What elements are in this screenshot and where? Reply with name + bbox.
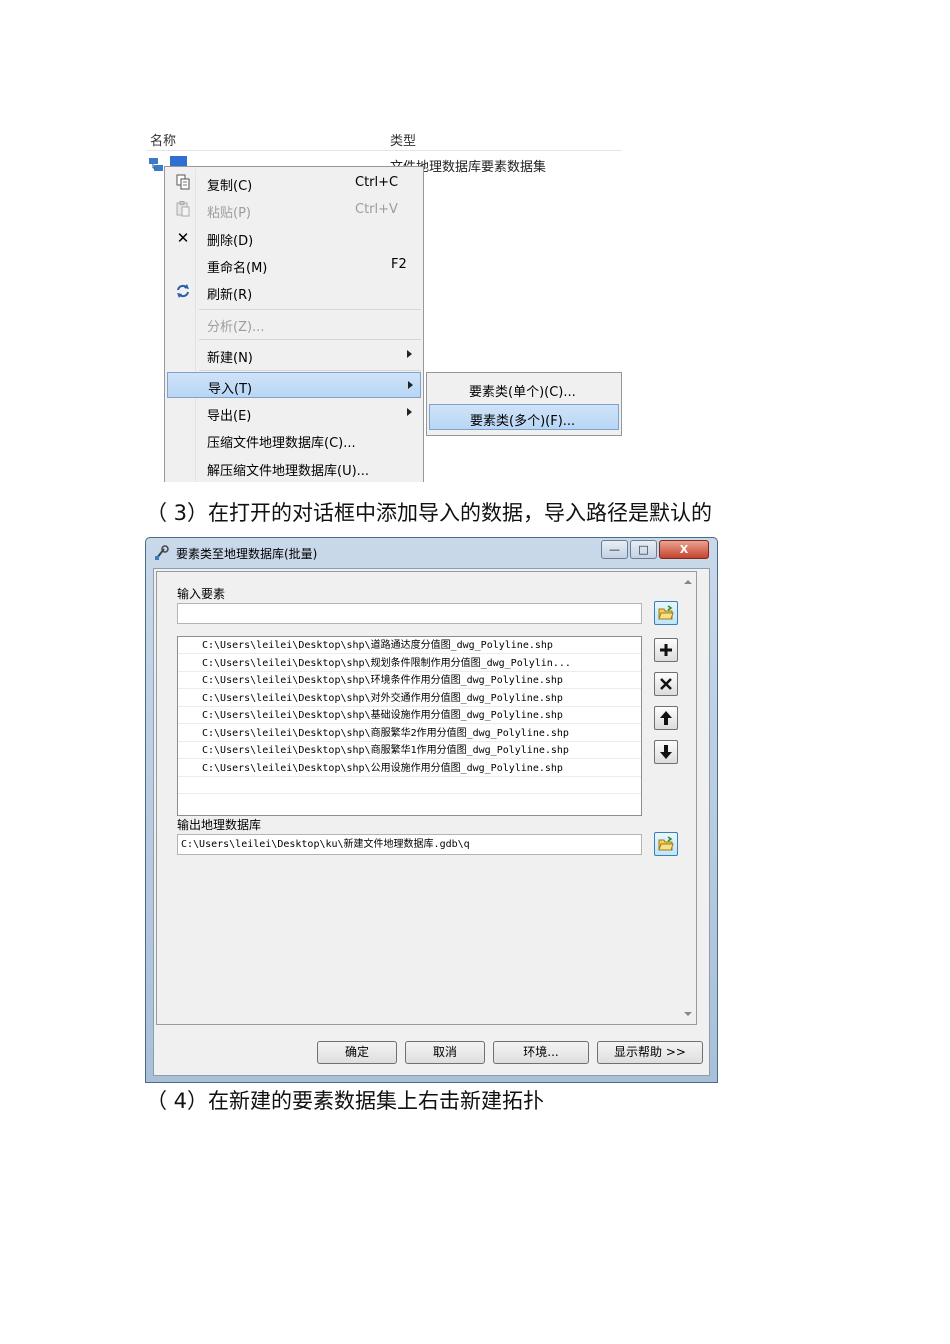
toolbox-tool-icon — [155, 545, 169, 560]
browse-output-button[interactable] — [654, 832, 678, 856]
list-item[interactable]: C:\Users\leilei\Desktop\shp\道路通达度分值图_dwg… — [178, 637, 641, 654]
menu-item-label: 要素类(单个)(C)... — [469, 385, 576, 400]
browse-input-button[interactable] — [654, 601, 678, 625]
column-header-name[interactable]: 名称 — [150, 130, 176, 149]
input-features-label: 输入要素 — [177, 587, 226, 601]
menu-item-label: 刷新(R) — [207, 288, 253, 303]
scroll-up-icon[interactable] — [684, 580, 692, 584]
menu-item-shortcut: Ctrl+C — [355, 175, 399, 190]
plus-icon — [660, 644, 672, 656]
move-up-button[interactable] — [654, 706, 678, 730]
menu-item-refresh[interactable]: 刷新(R) — [167, 279, 421, 305]
menu-item-label: 粘贴(P) — [207, 206, 251, 221]
remove-item-button[interactable] — [654, 672, 678, 696]
parameters-panel: 输入要素 C:\Users\leilei\Desktop\shp\道路通达度分值… — [156, 571, 697, 1025]
menu-item-label: 重命名(M) — [207, 261, 268, 276]
list-item[interactable]: C:\Users\leilei\Desktop\shp\商服繁华1作用分值图_d… — [178, 742, 641, 759]
arrow-down-icon — [660, 745, 672, 759]
move-down-button[interactable] — [654, 740, 678, 764]
dialog-title: 要素类至地理数据库(批量) — [176, 547, 318, 561]
menu-item-uncompress-gdb[interactable]: 解压缩文件地理数据库(U)... — [167, 455, 421, 481]
output-gdb-field[interactable]: C:\Users\leilei\Desktop\ku\新建文件地理数据库.gdb… — [177, 834, 642, 855]
menu-item-copy[interactable]: 复制(C) Ctrl+C — [167, 170, 421, 196]
context-menu: 复制(C) Ctrl+C 粘贴(P) Ctrl+V ✕ 删除(D) 重命名(M)… — [164, 166, 424, 482]
arrow-up-icon — [660, 711, 672, 725]
submenu-item-feature-class-single[interactable]: 要素类(单个)(C)... — [429, 376, 619, 402]
refresh-icon — [174, 283, 192, 301]
menu-item-label: 新建(N) — [207, 351, 253, 366]
list-item[interactable]: C:\Users\leilei\Desktop\shp\基础设施作用分值图_dw… — [178, 707, 641, 724]
list-item[interactable]: C:\Users\leilei\Desktop\shp\环境条件作用分值图_dw… — [178, 672, 641, 689]
menu-item-shortcut: Ctrl+V — [355, 202, 398, 217]
cancel-button[interactable]: 取消 — [405, 1041, 485, 1064]
menu-item-delete[interactable]: ✕ 删除(D) — [167, 225, 421, 251]
input-features-field[interactable] — [177, 603, 642, 624]
delete-icon: ✕ — [176, 229, 190, 247]
menu-item-label: 删除(D) — [207, 234, 254, 249]
menu-item-label: 分析(Z)... — [207, 320, 265, 335]
show-help-button[interactable]: 显示帮助 >> — [597, 1041, 703, 1064]
menu-item-compress-gdb[interactable]: 压缩文件地理数据库(C)... — [167, 427, 421, 453]
list-item[interactable]: C:\Users\leilei\Desktop\shp\公用设施作用分值图_dw… — [178, 760, 641, 777]
close-icon — [660, 678, 672, 690]
column-header-type[interactable]: 类型 — [390, 130, 416, 149]
menu-item-export[interactable]: 导出(E) — [167, 400, 421, 426]
menu-item-label: 要素类(多个)(F)... — [470, 414, 576, 429]
menu-item-label: 导入(T) — [208, 382, 253, 397]
open-folder-icon — [658, 836, 674, 851]
environments-button[interactable]: 环境... — [493, 1041, 589, 1064]
dialog-titlebar[interactable]: 要素类至地理数据库(批量) — □ X — [146, 538, 717, 566]
input-features-list[interactable]: C:\Users\leilei\Desktop\shp\道路通达度分值图_dwg… — [177, 636, 642, 816]
paste-icon — [174, 201, 192, 219]
submenu-arrow-icon — [408, 381, 413, 389]
close-button[interactable]: X — [659, 540, 709, 559]
menu-item-rename[interactable]: 重命名(M) F2 — [167, 252, 421, 278]
menu-separator — [199, 339, 421, 340]
maximize-button[interactable]: □ — [630, 540, 657, 559]
minimize-button[interactable]: — — [601, 540, 628, 559]
header-divider — [146, 150, 622, 151]
add-item-button[interactable] — [654, 638, 678, 662]
copy-icon — [174, 174, 192, 192]
list-item[interactable]: C:\Users\leilei\Desktop\shp\规划条件限制作用分值图_… — [178, 655, 641, 672]
ok-button[interactable]: 确定 — [317, 1041, 397, 1064]
menu-separator — [199, 370, 421, 371]
menu-item-label: 解压缩文件地理数据库(U)... — [207, 464, 370, 479]
menu-item-label: 复制(C) — [207, 179, 253, 194]
import-submenu: 要素类(单个)(C)... 要素类(多个)(F)... — [426, 372, 622, 436]
vertical-scrollbar[interactable] — [680, 572, 696, 1024]
batch-import-dialog: 要素类至地理数据库(批量) — □ X 输入要素 C:\Users\leilei… — [145, 537, 718, 1083]
menu-separator — [199, 309, 421, 310]
menu-item-import[interactable]: 导入(T) — [167, 372, 421, 398]
submenu-arrow-icon — [407, 350, 412, 358]
menu-item-label: 导出(E) — [207, 409, 252, 424]
scroll-down-icon[interactable] — [684, 1012, 692, 1016]
menu-item-shortcut: F2 — [391, 257, 407, 272]
step-3-text: （ 3）在打开的对话框中添加导入的数据，导入路径是默认的 — [146, 501, 713, 525]
dialog-client-area: 输入要素 C:\Users\leilei\Desktop\shp\道路通达度分值… — [153, 568, 710, 1076]
menu-item-label: 压缩文件地理数据库(C)... — [207, 436, 356, 451]
open-folder-icon — [658, 605, 674, 620]
output-gdb-label: 输出地理数据库 — [177, 818, 262, 832]
submenu-arrow-icon — [407, 408, 412, 416]
catalog-contents-panel: 名称 类型 文件地理数据库要素数据集 复制(C) Ctrl+C 粘贴(P) Ct… — [146, 126, 626, 482]
list-item-empty[interactable] — [178, 777, 641, 794]
menu-item-analyze[interactable]: 分析(Z)... — [167, 311, 421, 337]
step-4-text: （ 4）在新建的要素数据集上右击新建拓扑 — [146, 1089, 545, 1113]
list-item[interactable]: C:\Users\leilei\Desktop\shp\对外交通作用分值图_dw… — [178, 690, 641, 707]
submenu-item-feature-class-multiple[interactable]: 要素类(多个)(F)... — [429, 404, 619, 430]
list-item[interactable]: C:\Users\leilei\Desktop\shp\商服繁华2作用分值图_d… — [178, 725, 641, 742]
menu-item-paste[interactable]: 粘贴(P) Ctrl+V — [167, 197, 421, 223]
menu-item-new[interactable]: 新建(N) — [167, 342, 421, 368]
